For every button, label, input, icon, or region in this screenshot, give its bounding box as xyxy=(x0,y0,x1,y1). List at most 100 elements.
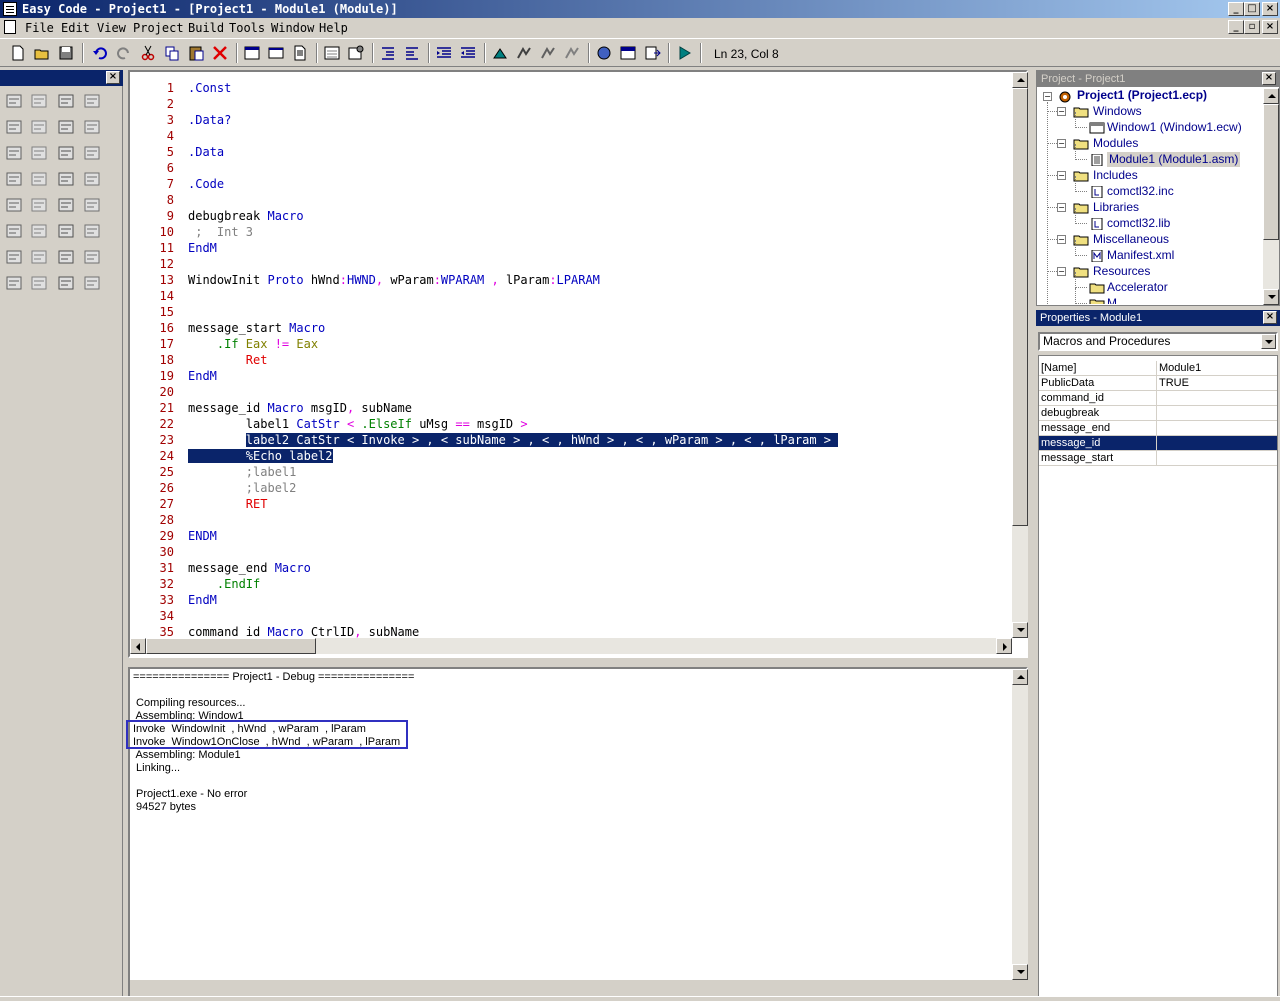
window-icon[interactable] xyxy=(242,43,262,63)
splitter-icon[interactable] xyxy=(82,274,102,292)
property-row[interactable]: command_id xyxy=(1039,391,1277,406)
code-line[interactable]: EndM xyxy=(188,592,217,608)
code-line[interactable]: .If Eax != Eax xyxy=(188,336,318,352)
output-scroll-down-button[interactable] xyxy=(1012,964,1028,980)
new-file-icon[interactable] xyxy=(8,43,28,63)
tree-node-label[interactable]: Resources xyxy=(1093,264,1150,279)
code-line[interactable]: %Echo label2 xyxy=(188,448,333,464)
expand-toggle[interactable]: − xyxy=(1057,235,1066,244)
property-row[interactable]: message_start xyxy=(1039,451,1277,466)
calendar-icon[interactable] xyxy=(29,248,49,266)
animate-icon[interactable] xyxy=(29,222,49,240)
code-line[interactable]: EndM xyxy=(188,240,217,256)
code-line[interactable]: .Const xyxy=(188,80,231,96)
paste-icon[interactable] xyxy=(186,43,206,63)
statusbar-icon[interactable] xyxy=(56,196,76,214)
code-line[interactable]: message_start Macro xyxy=(188,320,325,336)
mdi-minimize-button[interactable]: _ xyxy=(1228,20,1244,34)
scroll-left-button[interactable] xyxy=(130,638,146,654)
grid-icon[interactable] xyxy=(4,248,24,266)
assemble-icon[interactable] xyxy=(562,43,582,63)
tree-node-label[interactable]: Window1 (Window1.ecw) xyxy=(1107,120,1242,135)
textbox-icon[interactable] xyxy=(56,92,76,110)
tree-node-label[interactable]: Windows xyxy=(1093,104,1142,119)
updown-icon[interactable] xyxy=(4,222,24,240)
title-bar[interactable]: Easy Code - Project1 - [Project1 - Modul… xyxy=(0,0,1280,18)
group-icon[interactable] xyxy=(82,92,102,110)
tree-node-label[interactable]: M... xyxy=(1107,296,1127,304)
dialog-icon[interactable] xyxy=(266,43,286,63)
tree-node-label[interactable]: Includes xyxy=(1093,168,1138,183)
document-icon[interactable] xyxy=(4,20,16,34)
code-line[interactable]: .Data xyxy=(188,144,224,160)
menu-window[interactable]: Window xyxy=(271,21,314,35)
project-scroll-down-button[interactable] xyxy=(1263,289,1279,305)
chevron-down-icon[interactable] xyxy=(1261,334,1276,349)
datetime-icon[interactable] xyxy=(56,248,76,266)
module-icon[interactable] xyxy=(290,43,310,63)
code-line[interactable]: WindowInit Proto hWnd:HWND, wParam:WPARA… xyxy=(188,272,600,288)
pager-icon[interactable] xyxy=(56,274,76,292)
app-icon[interactable] xyxy=(3,2,17,16)
code-line[interactable]: label1 CatStr < .ElseIf uMsg == msgID > xyxy=(188,416,528,432)
tree-node-label[interactable]: Libraries xyxy=(1093,200,1139,215)
list-icon[interactable] xyxy=(82,118,102,136)
minimize-button[interactable]: _ xyxy=(1228,2,1244,16)
indent-icon[interactable] xyxy=(378,43,398,63)
properties-grid[interactable]: [Name] Module1 PublicData TRUE command_id deb… xyxy=(1038,355,1278,998)
project-tree[interactable]: − Project1 (Project1.ecp) − Windows Window1 … xyxy=(1037,88,1263,304)
scroll-right-button[interactable] xyxy=(996,638,1012,654)
output-window[interactable]: =============== Project1 - Debug =======… xyxy=(126,667,1028,1000)
mdi-close-button[interactable]: × xyxy=(1262,20,1278,34)
tree-node-label[interactable]: Modules xyxy=(1093,136,1138,151)
code-line[interactable]: .Code xyxy=(188,176,224,192)
properties-icon[interactable] xyxy=(322,43,342,63)
editor-horizontal-scrollbar[interactable] xyxy=(130,638,1012,654)
ip-icon[interactable] xyxy=(82,248,102,266)
compile-icon[interactable] xyxy=(490,43,510,63)
property-row[interactable]: debugbreak xyxy=(1039,406,1277,421)
scroll-down-button[interactable] xyxy=(1012,622,1028,638)
expand-toggle[interactable]: − xyxy=(1057,139,1066,148)
radio-icon[interactable] xyxy=(56,118,76,136)
project-panel-close-button[interactable]: × xyxy=(1262,72,1276,85)
code-line[interactable]: Ret xyxy=(188,352,268,368)
link-icon[interactable] xyxy=(594,43,614,63)
tree-node-label[interactable]: Accelerator xyxy=(1107,280,1168,295)
slider-icon[interactable] xyxy=(82,196,102,214)
code-line[interactable]: label2 CatStr < Invoke > , < subName > ,… xyxy=(188,432,839,448)
menu-help[interactable]: Help xyxy=(319,21,348,35)
output-vertical-scrollbar[interactable] xyxy=(1012,669,1028,980)
code-editor[interactable]: 1 2 3 4 5 6 7 8 9 10 11 12 13 14 15 16 17 18 19 20 21 22 23 24 2… xyxy=(128,70,1028,658)
menu-tools[interactable]: Tools xyxy=(229,21,265,35)
run-icon[interactable] xyxy=(674,43,694,63)
undo-icon[interactable] xyxy=(90,43,110,63)
build-icon[interactable] xyxy=(514,43,534,63)
open-folder-icon[interactable] xyxy=(32,43,52,63)
maximize-button[interactable]: □ xyxy=(1244,2,1260,16)
project-scroll-thumb[interactable] xyxy=(1263,104,1279,240)
property-value[interactable]: Module1 xyxy=(1159,361,1201,375)
code-line[interactable]: debugbreak Macro xyxy=(188,208,304,224)
pointer-icon[interactable] xyxy=(4,92,24,110)
output-scroll-up-button[interactable] xyxy=(1012,669,1028,685)
button-icon[interactable] xyxy=(4,118,24,136)
combo-icon[interactable] xyxy=(4,144,24,162)
scroll-up-button[interactable] xyxy=(1012,72,1028,88)
expand-toggle[interactable]: − xyxy=(1057,267,1066,276)
delete-icon[interactable] xyxy=(210,43,230,63)
calendar-toolbar-icon[interactable] xyxy=(618,43,638,63)
tree-node-label[interactable]: comctl32.inc xyxy=(1107,184,1174,199)
code-line[interactable]: .Data? xyxy=(188,112,231,128)
scroll-thumb[interactable] xyxy=(1012,88,1028,526)
frame-icon[interactable] xyxy=(82,222,102,240)
export-icon[interactable] xyxy=(642,43,662,63)
menu-view[interactable]: View xyxy=(97,21,126,35)
tree-icon[interactable] xyxy=(29,170,49,188)
menu-edit[interactable]: Edit xyxy=(61,21,90,35)
code-line[interactable]: RET xyxy=(188,496,268,512)
property-row[interactable]: message_id xyxy=(1039,436,1277,451)
code-line[interactable]: ; Int 3 xyxy=(188,224,253,240)
label-icon[interactable] xyxy=(29,92,49,110)
tree-node-label[interactable]: Manifest.xml xyxy=(1107,248,1174,263)
